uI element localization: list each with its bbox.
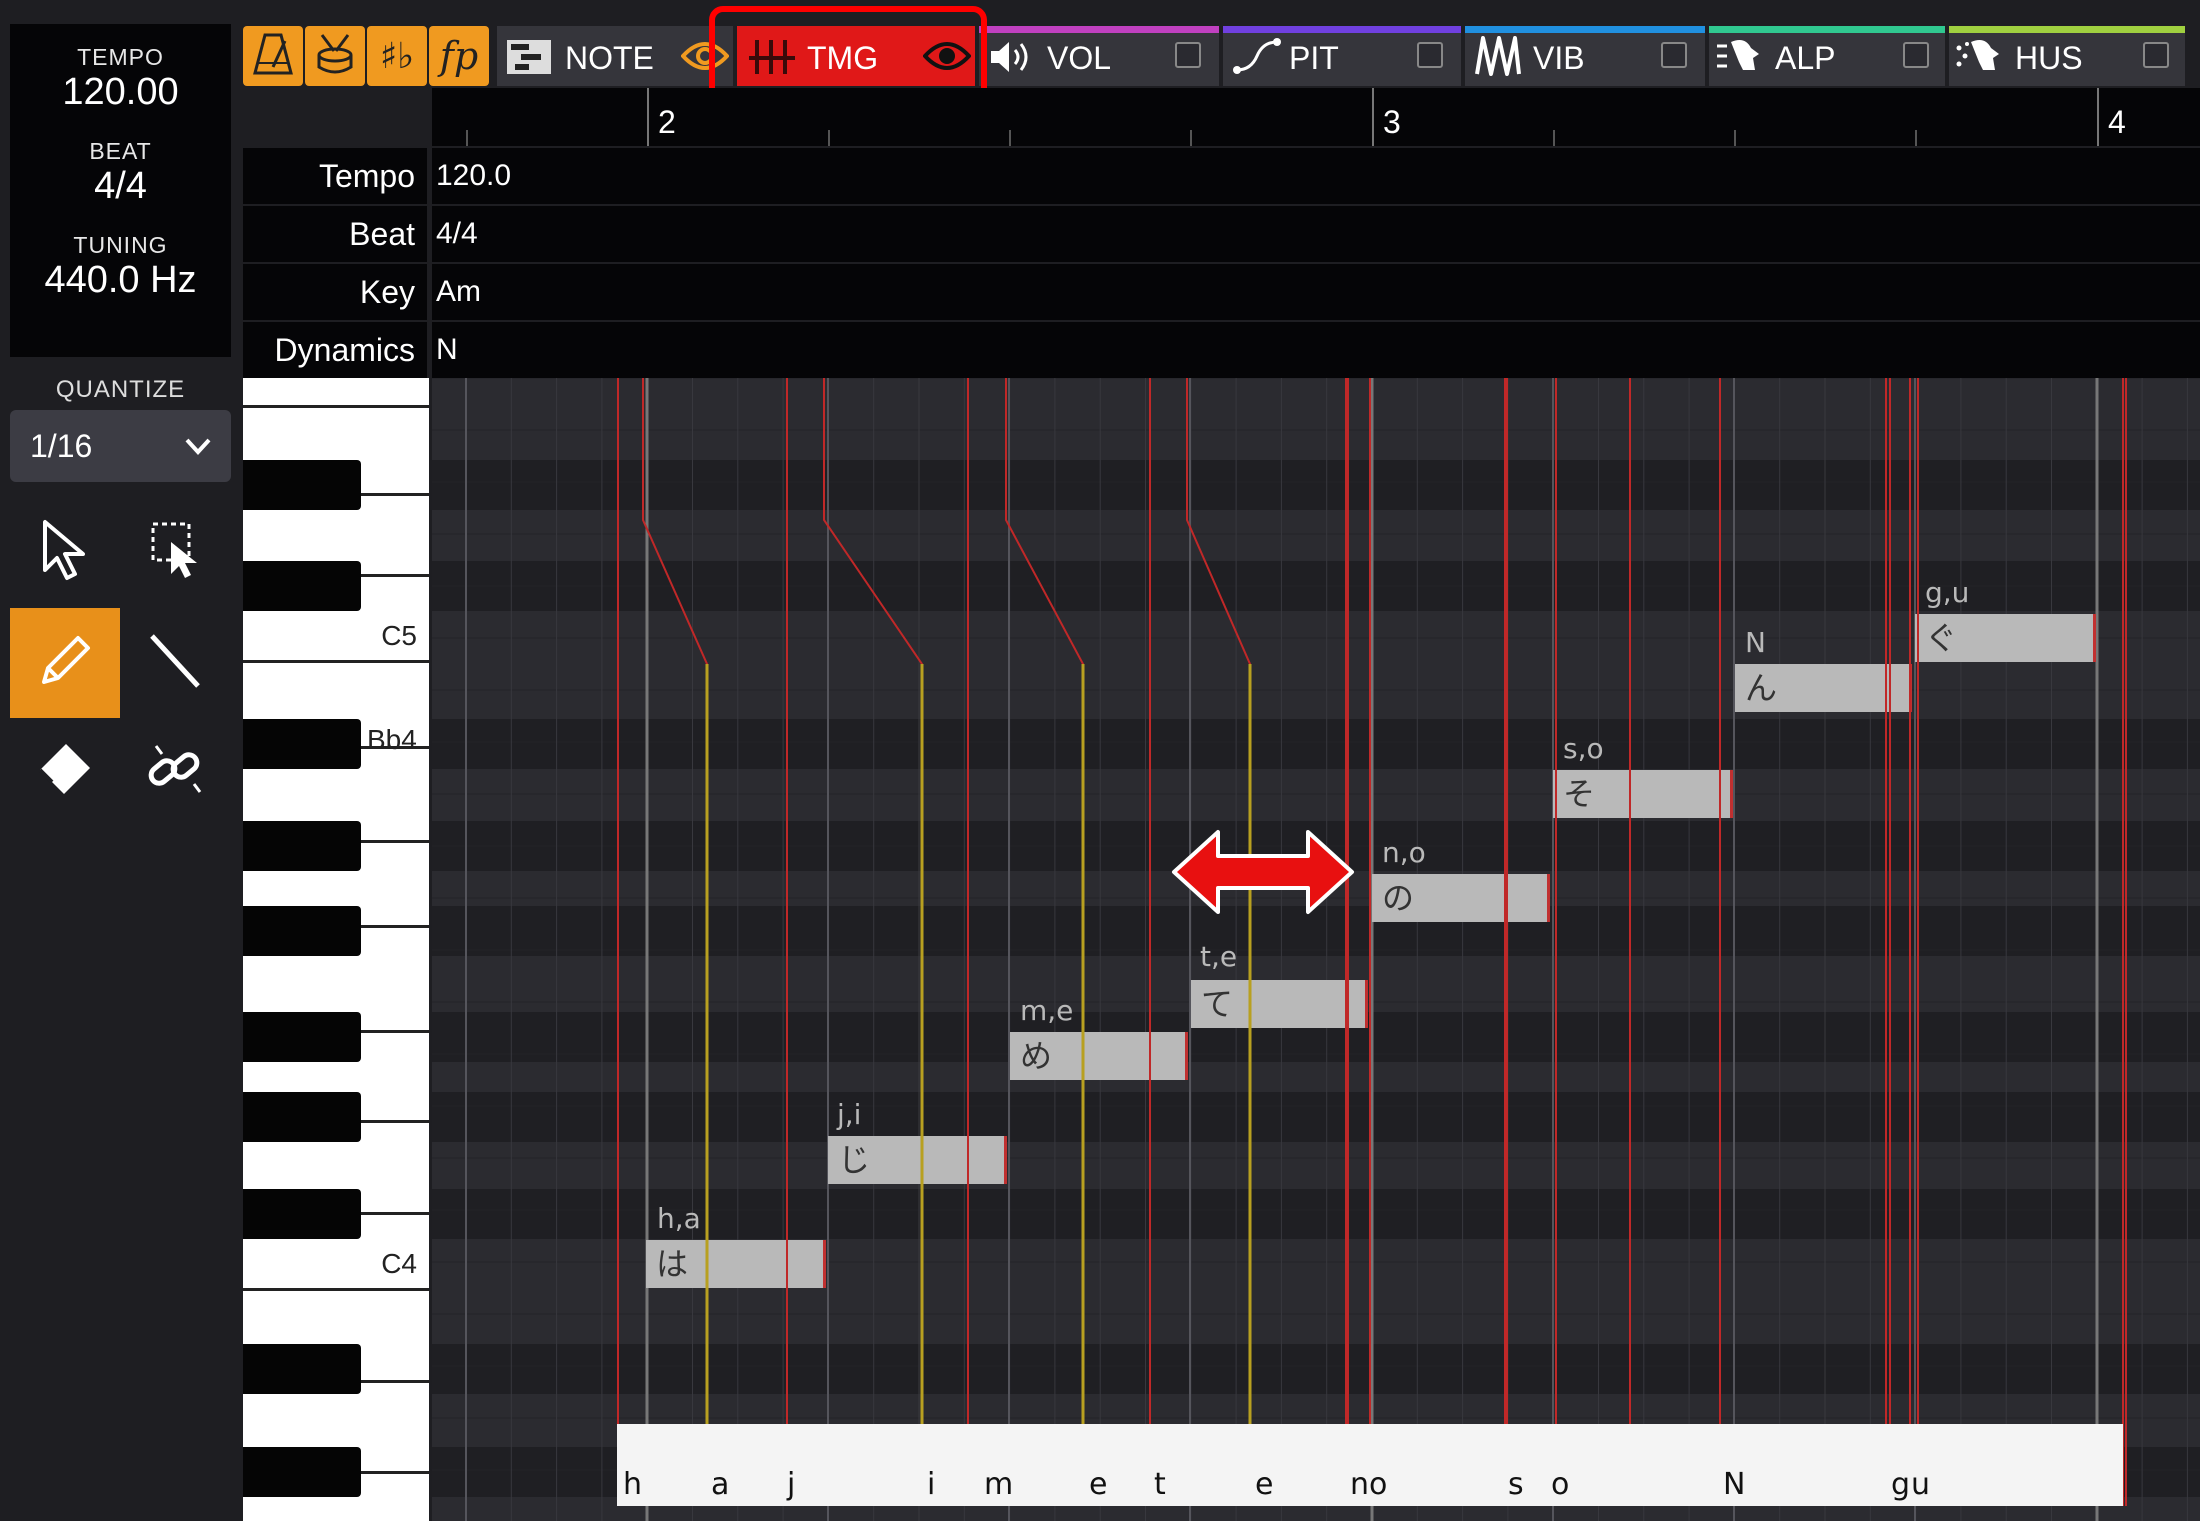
phoneme-label: s (1508, 1467, 1524, 1502)
phoneme-label: e (1089, 1467, 1108, 1502)
phoneme-label: a (711, 1467, 730, 1502)
double-arrow-annotation (1172, 830, 1354, 914)
phoneme-label: m (984, 1467, 1014, 1502)
phoneme-timing-strip[interactable]: h a j i m e t e n o s o N g u (617, 1424, 2123, 1506)
phoneme-label: o (1369, 1467, 1388, 1502)
phoneme-label: e (1255, 1467, 1274, 1502)
phoneme-label: j (787, 1467, 796, 1502)
phoneme-label: o (1551, 1467, 1570, 1502)
phoneme-label: h (623, 1467, 643, 1502)
phoneme-label: g (1891, 1467, 1911, 1502)
phoneme-label: n (1350, 1467, 1370, 1502)
phoneme-label: i (927, 1467, 936, 1502)
phoneme-label: u (1911, 1467, 1931, 1502)
phoneme-label: N (1723, 1467, 1746, 1502)
timing-lines-overlay (617, 378, 2127, 1506)
phoneme-label: t (1154, 1467, 1166, 1502)
